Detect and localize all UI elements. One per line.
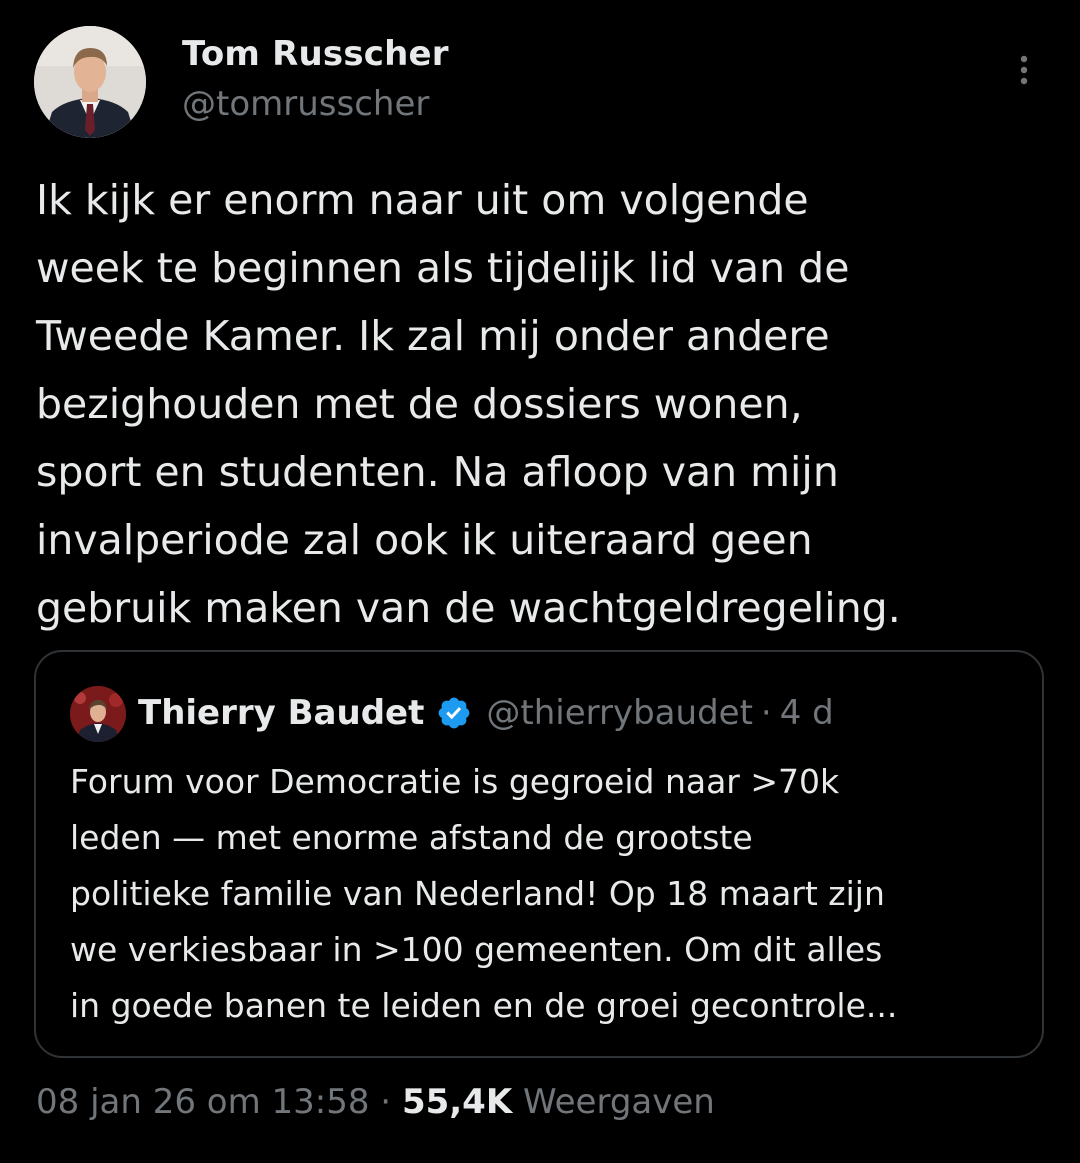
quoted-author-avatar[interactable] — [70, 686, 126, 742]
quoted-author-name[interactable]: Thierry Baudet — [138, 693, 424, 733]
quoted-text-line: in goede banen te leiden en de groei gec… — [70, 986, 898, 1025]
quoted-author-avatar-image — [70, 686, 126, 742]
tweet-text-line: Ik kijk er enorm naar uit om volgende — [36, 176, 809, 224]
tweet-text-line: invalperiode zal ook ik uiteraard geen — [36, 516, 813, 564]
author-name[interactable]: Tom Russcher — [182, 34, 449, 74]
views-label: Weergaven — [512, 1082, 715, 1122]
quoted-text-line: we verkiesbaar in >100 gemeenten. Om dit… — [70, 930, 883, 969]
author-avatar-image — [34, 26, 146, 138]
quoted-author-handle[interactable]: @thierrybaudet — [486, 693, 753, 733]
verified-badge-icon — [436, 695, 472, 731]
quoted-text-line: leden — met enorme afstand de grootste — [70, 818, 753, 857]
quoted-text-line: Forum voor Democratie is gegroeid naar >… — [70, 762, 840, 801]
quoted-text-line: politieke familie van Nederland! Op 18 m… — [70, 874, 885, 913]
quoted-tweet-time[interactable]: 4 d — [780, 693, 834, 733]
more-options-button[interactable] — [1004, 50, 1044, 90]
quoted-tweet-header: Thierry Baudet @thierrybaudet · 4 d — [138, 688, 834, 738]
tweet-text-line: sport en studenten. Na afloop van mijn — [36, 448, 839, 496]
tweet-text: Ik kijk er enorm naar uit om volgende we… — [36, 166, 1046, 642]
views-count[interactable]: 55,4K — [402, 1082, 512, 1122]
quoted-tweet-text: Forum voor Democratie is gegroeid naar >… — [70, 754, 1030, 1034]
more-vertical-icon — [1020, 55, 1028, 85]
tweet-meta: 08 jan 26 om 13:58 · 55,4K Weergaven — [36, 1082, 715, 1122]
quoted-separator: · — [760, 693, 772, 733]
tweet-text-line: Tweede Kamer. Ik zal mij onder andere — [36, 312, 830, 360]
author-avatar[interactable] — [34, 26, 146, 138]
tweet-text-line: bezighouden met de dossiers wonen, — [36, 380, 803, 428]
quoted-tweet-card[interactable]: Thierry Baudet @thierrybaudet · 4 d Foru… — [34, 650, 1044, 1058]
tweet-timestamp[interactable]: 08 jan 26 om 13:58 — [36, 1082, 370, 1122]
tweet-text-line: week te beginnen als tijdelijk lid van d… — [36, 244, 850, 292]
tweet-text-line: gebruik maken van de wachtgeldregeling. — [36, 584, 901, 632]
meta-separator: · — [369, 1082, 402, 1122]
author-handle[interactable]: @tomrusscher — [182, 84, 429, 124]
